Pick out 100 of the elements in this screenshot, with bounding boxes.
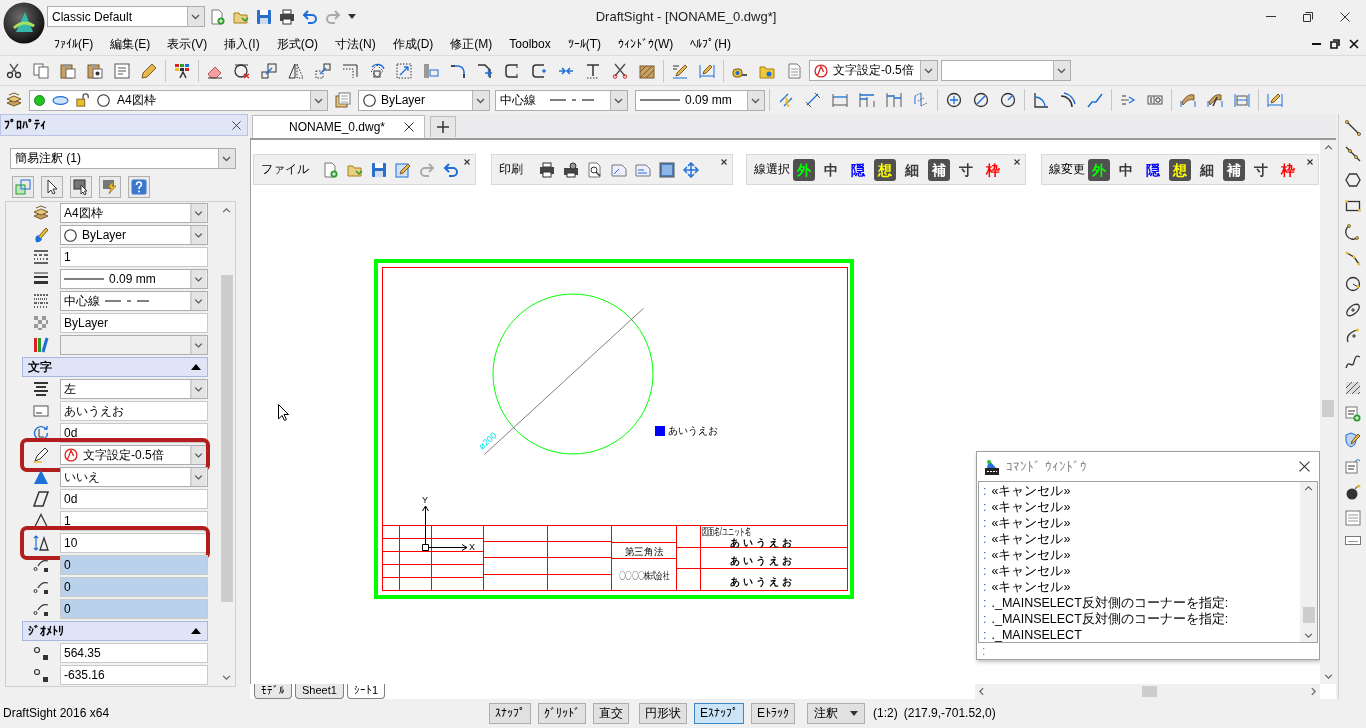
close-icon[interactable] (464, 159, 470, 165)
line-type-button[interactable]: 枠 (1277, 158, 1299, 181)
document-tab[interactable]: NONAME_0.dwg* (252, 115, 425, 138)
mirror-icon[interactable] (288, 62, 304, 79)
text-frame-icon[interactable] (114, 62, 130, 79)
save-icon[interactable] (371, 161, 387, 178)
line-type-button[interactable]: 細 (1196, 158, 1218, 181)
line-type-button[interactable]: 想 (874, 158, 896, 181)
tool-button[interactable] (70, 176, 92, 198)
t-bar-icon[interactable] (585, 62, 601, 79)
label-icon[interactable] (1344, 536, 1361, 545)
pencil-icon[interactable] (141, 62, 157, 79)
menu-item[interactable]: 表示(V) (159, 35, 216, 53)
page-icon[interactable] (635, 161, 651, 178)
sheet-tab[interactable]: ｼｰﾄ1 (346, 684, 385, 699)
square-icon[interactable] (659, 161, 675, 178)
diameter-icon[interactable] (973, 92, 989, 108)
line-type-button[interactable]: 補 (1223, 158, 1245, 181)
layers-icon[interactable] (6, 92, 22, 108)
linetype-dropdown[interactable]: 中心線 (495, 89, 628, 111)
polyline-icon[interactable] (1344, 250, 1361, 266)
menu-item[interactable]: ｳｨﾝﾄﾞｳ(W) (610, 37, 682, 51)
paste-icon[interactable] (60, 62, 76, 79)
line-type-button[interactable]: 中 (820, 158, 842, 181)
text-pencil-icon[interactable] (672, 62, 688, 79)
close-icon[interactable] (1340, 11, 1350, 22)
scroll-up-icon[interactable] (222, 208, 231, 213)
status-toggle[interactable]: ｽﾅｯﾌﾟ (489, 702, 531, 724)
dimension-frame-icon[interactable] (1234, 92, 1250, 108)
stretch-icon[interactable] (396, 62, 412, 79)
line-type-button[interactable]: 想 (1169, 158, 1191, 181)
new-tab-button[interactable] (430, 116, 456, 137)
hatch-icon[interactable] (1344, 380, 1361, 396)
menu-item[interactable]: 挿入(I) (216, 35, 268, 53)
command-input[interactable]: : (978, 643, 1318, 659)
save-icon[interactable] (256, 8, 272, 25)
property-dropdown[interactable]: 左 (60, 379, 208, 399)
sheet-tab[interactable]: Sheet1 (295, 684, 344, 699)
page-icon[interactable] (611, 161, 627, 178)
scroll-left-icon[interactable] (979, 687, 984, 696)
rectangle-icon[interactable] (1344, 198, 1361, 214)
construction-line-icon[interactable] (1344, 146, 1361, 162)
caret-icon[interactable] (348, 14, 356, 19)
move-arrows-icon[interactable] (683, 161, 699, 178)
paste-special-icon[interactable] (87, 62, 103, 79)
property-field[interactable]: あいうえお (60, 401, 208, 421)
property-dropdown[interactable]: ByLayer (60, 225, 208, 245)
scroll-thumb[interactable] (220, 275, 233, 602)
linear-dimension-icon[interactable] (832, 92, 848, 108)
scroll-down-icon[interactable] (222, 675, 231, 680)
dimension-pencil-icon[interactable] (1267, 92, 1283, 108)
menu-item[interactable]: ﾍﾙﾌﾟ(H) (682, 37, 740, 51)
line-type-button[interactable]: 外 (793, 158, 815, 181)
menu-item[interactable]: ﾌｧｲﾙ(F) (46, 37, 102, 51)
menu-item[interactable]: 編集(E) (102, 35, 159, 53)
property-field[interactable]: -635.16 (60, 665, 208, 685)
dimension-bolt-icon[interactable] (778, 92, 794, 108)
close-icon[interactable] (1014, 159, 1020, 165)
aligned-dimension-icon[interactable] (805, 92, 821, 108)
menu-item[interactable]: 修正(M) (442, 35, 501, 53)
color-dropdown[interactable]: ByLayer (358, 89, 490, 111)
printer-icon[interactable] (279, 8, 295, 25)
status-toggle[interactable]: 円形状 (639, 702, 687, 724)
scissors-icon[interactable] (6, 62, 22, 79)
spline-icon[interactable] (1344, 354, 1361, 370)
shield-pencil-icon[interactable] (1344, 432, 1361, 448)
property-dropdown[interactable]: A4図枠 (60, 203, 208, 223)
section-header[interactable]: 文字 (22, 357, 208, 377)
property-dropdown[interactable]: いいえ (60, 467, 208, 487)
close-icon[interactable] (1299, 461, 1310, 472)
property-field[interactable]: 564.35 (60, 643, 208, 663)
property-field[interactable]: 0 (60, 577, 208, 597)
bracket-icon[interactable] (504, 62, 520, 79)
sheet-tab[interactable]: ﾓﾃﾞﾙ (254, 684, 292, 699)
menu-item[interactable]: 寸法(N) (327, 35, 384, 53)
property-field[interactable]: 0d (60, 489, 208, 509)
baseline-dimension-icon[interactable] (859, 92, 875, 108)
copy-icon[interactable] (33, 62, 49, 79)
bomb-icon[interactable] (1344, 484, 1361, 500)
close-icon[interactable] (721, 159, 727, 165)
scroll-up-icon[interactable] (1323, 145, 1333, 150)
text-style-dropdown[interactable]: 文字設定-0.5倍 (809, 60, 938, 81)
restore-icon[interactable] (1303, 11, 1313, 22)
property-dropdown[interactable]: 文字設定-0.5倍 (60, 445, 208, 465)
close-icon[interactable] (404, 122, 414, 132)
hatch-icon[interactable] (639, 62, 655, 79)
ellipse-icon[interactable] (1344, 302, 1361, 318)
arc-length-icon[interactable] (1060, 92, 1076, 108)
corner-plus-icon[interactable] (477, 62, 493, 79)
undo-icon[interactable] (302, 8, 318, 25)
undo-icon[interactable] (443, 161, 459, 178)
property-dropdown[interactable]: 中心線 (60, 291, 208, 311)
lineweight-dropdown[interactable]: 0.09 mm (635, 89, 765, 111)
crossed-blades-icon[interactable] (612, 62, 628, 79)
move-icon[interactable] (315, 62, 331, 79)
property-field[interactable]: 10 (60, 533, 208, 553)
tool-button[interactable] (41, 176, 63, 198)
printer-icon[interactable] (539, 161, 555, 178)
line-type-button[interactable]: 補 (928, 158, 950, 181)
scroll-thumb[interactable] (1142, 686, 1157, 697)
